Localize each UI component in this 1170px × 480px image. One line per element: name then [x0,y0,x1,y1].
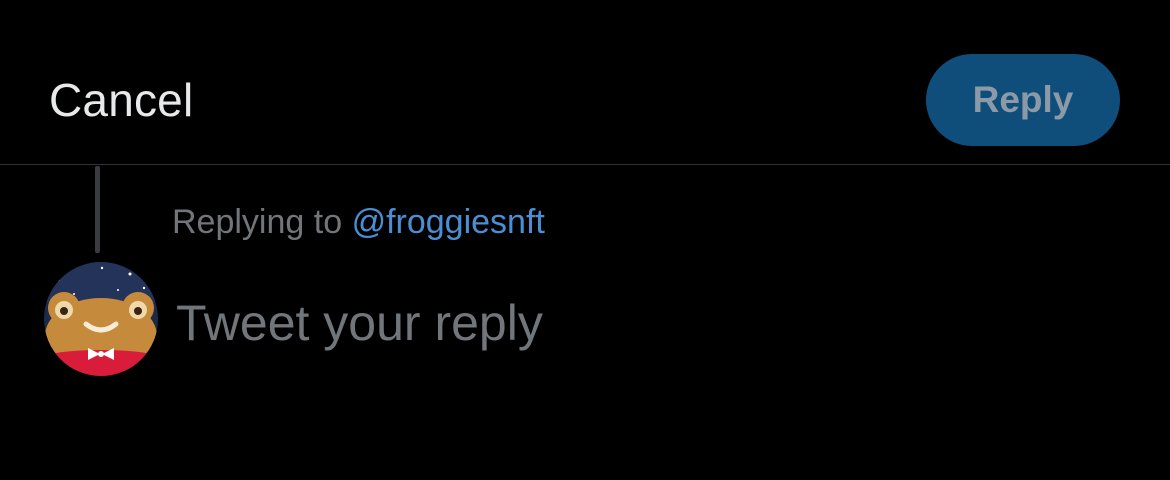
reply-button[interactable]: Reply [926,54,1120,146]
tweet-reply-input[interactable] [176,290,1116,356]
frog-avatar-icon [44,262,158,376]
replying-to-prefix: Replying to [172,203,343,241]
thread-connector-line [95,166,100,253]
cancel-button[interactable]: Cancel [49,70,193,130]
replying-to-handle-link[interactable]: @froggiesnft [352,203,545,241]
compose-header: Cancel Reply [0,0,1170,165]
replying-to-line: Replying to @froggiesnft [172,200,545,244]
avatar[interactable] [44,262,158,376]
